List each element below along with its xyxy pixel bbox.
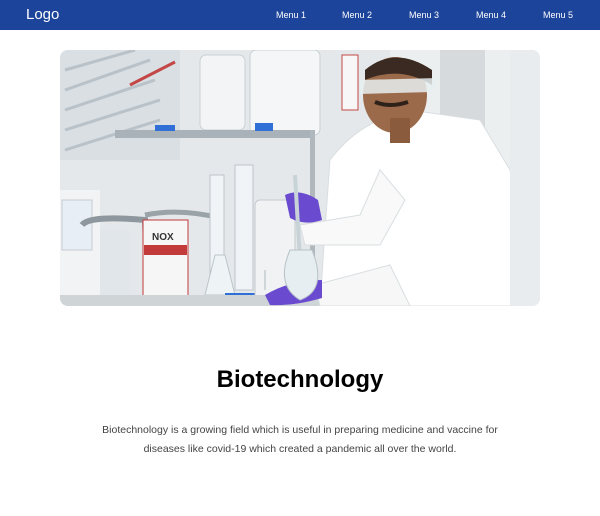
page-description: Biotechnology is a growing field which i…: [102, 424, 498, 455]
nav-menu-3[interactable]: Menu 3: [409, 9, 439, 21]
logo[interactable]: Logo: [26, 6, 59, 24]
nav-menu-5[interactable]: Menu 5: [543, 9, 573, 21]
nav-menu-4[interactable]: Menu 4: [476, 9, 506, 21]
hero-image: NOX: [60, 50, 540, 306]
lab-scientist-photo: NOX: [60, 50, 540, 306]
top-navbar: Logo Menu 1 Menu 2 Menu 3 Menu 4 Menu 5: [0, 0, 600, 30]
nav-menu-1[interactable]: Menu 1: [276, 9, 306, 21]
page-title: Biotechnology: [216, 366, 384, 393]
box-label: NOX: [152, 232, 174, 243]
nav-menu-2[interactable]: Menu 2: [342, 9, 372, 21]
